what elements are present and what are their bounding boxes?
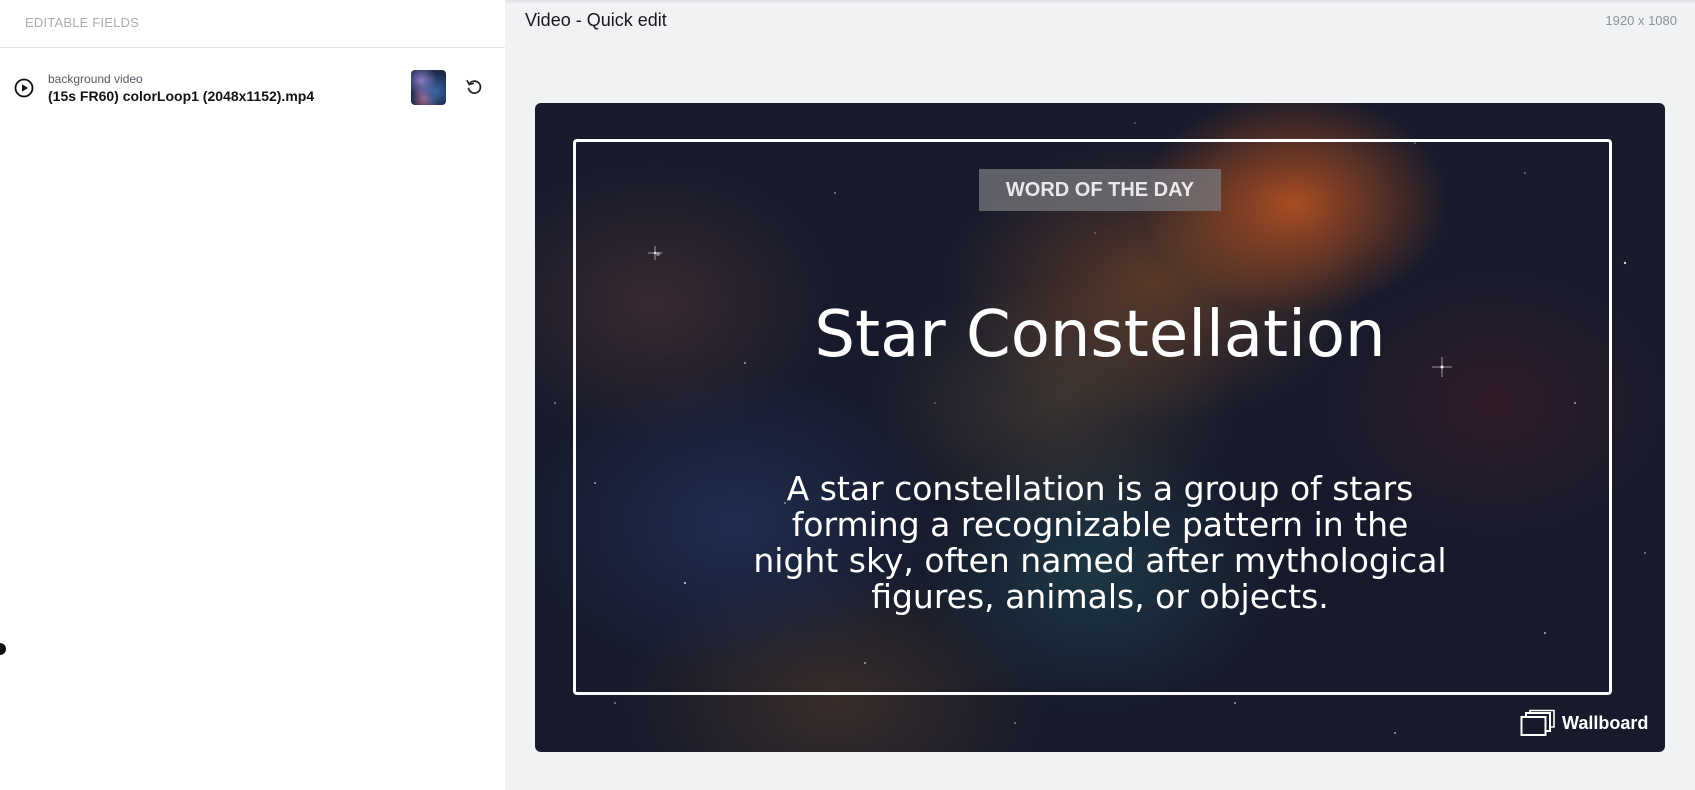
reset-icon[interactable] xyxy=(464,77,484,97)
brand-watermark: Wallboard xyxy=(1520,708,1648,738)
panel-header-label: EDITABLE FIELDS xyxy=(25,15,140,30)
field-label: background video xyxy=(48,72,143,86)
video-preview-canvas[interactable]: WORD OF THE DAY Star Constellation A sta… xyxy=(535,103,1665,752)
editable-fields-panel: EDITABLE FIELDS background video (15s FR… xyxy=(0,0,505,790)
video-thumbnail[interactable] xyxy=(411,70,446,105)
brand-name: Wallboard xyxy=(1562,712,1649,733)
editor-title: Video - Quick edit xyxy=(525,10,667,30)
field-value: (15s FR60) colorLoop1 (2048x1152).mp4 xyxy=(48,88,315,104)
panel-header: EDITABLE FIELDS xyxy=(0,0,505,48)
description-text[interactable]: A star constellation is a group of stars… xyxy=(750,471,1450,615)
resolution-label: 1920 x 1080 xyxy=(1605,13,1677,28)
panel-resize-handle[interactable] xyxy=(0,643,6,655)
wallboard-logo-icon xyxy=(1520,709,1555,736)
field-row-background-video[interactable]: background video (15s FR60) colorLoop1 (… xyxy=(0,64,505,112)
word-of-the-day-badge[interactable]: WORD OF THE DAY xyxy=(979,169,1221,211)
headline-text[interactable]: Star Constellation xyxy=(535,298,1665,372)
play-circle-icon[interactable] xyxy=(14,78,34,98)
